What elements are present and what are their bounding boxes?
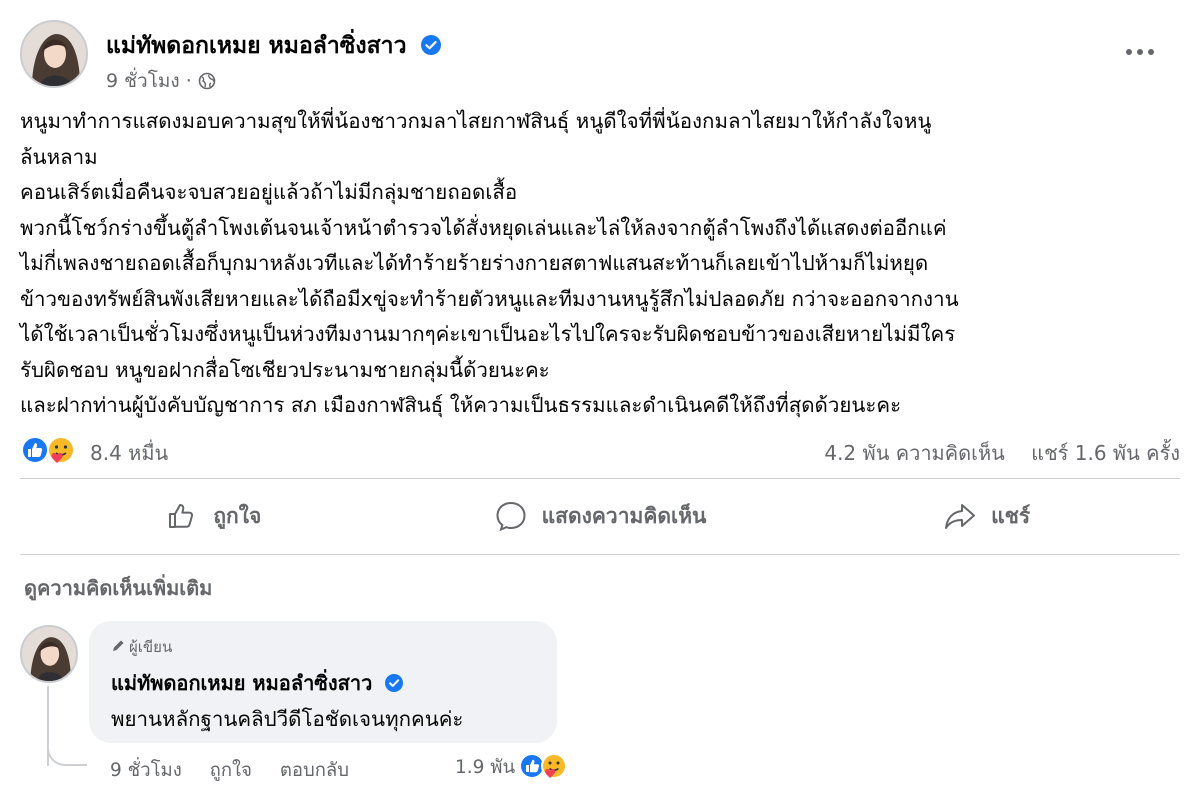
care-reaction-icon [47, 436, 75, 464]
comment-reaction-count: 1.9 พัน [455, 757, 516, 778]
globe-icon [198, 72, 216, 90]
more-dot-icon [1148, 49, 1154, 55]
commenter-avatar[interactable] [20, 625, 78, 683]
post-line: ได้ใช้เวลาเป็นชั่วโมงซึ่งหนูเป็นห่วงทีมง… [20, 322, 956, 346]
comment-reply-link[interactable]: ตอบกลับ [280, 760, 349, 781]
post-header: แม่ทัพดอกเหมย หมอลำซิ่งสาว 9 ชั่วโมง · [20, 20, 1180, 92]
commenter-name[interactable]: แม่ทัพดอกเหมย หมอลำซิ่งสาว [111, 667, 404, 699]
post-line: ไม่กี่เพลงชายถอดเสื้อก็บุกมาหลังเวทีและไ… [20, 251, 929, 275]
reaction-icons[interactable] [20, 435, 84, 465]
post-line: หนูมาทำการแสดงมอบความสุขให้พี่น้องชาวกมล… [20, 109, 932, 133]
comment-bubble: ผู้เขียน แม่ทัพดอกเหมย หมอลำซิ่งสาว พยาน… [89, 621, 557, 743]
comment-bubble-icon [496, 501, 526, 532]
post-card: แม่ทัพดอกเหมย หมอลำซิ่งสาว 9 ชั่วโมง · หน… [0, 0, 1200, 789]
like-reaction-icon [519, 753, 546, 779]
post-timestamp[interactable]: 9 ชั่วโมง [106, 70, 180, 92]
meta-separator: · [185, 70, 192, 92]
comment-label: แสดงความคิดเห็น [541, 503, 707, 528]
pen-icon [113, 640, 124, 651]
divider [20, 554, 1180, 555]
engagement-counts: 4.2 พัน ความคิดเห็น แชร์ 1.6 พัน ครั้ง [804, 437, 1180, 469]
post-line: ข้าวของทรัพย์สินพังเสียหายและได้ถือมีxขู… [20, 286, 959, 311]
post-actions: ถูกใจ แสดงความคิดเห็น แชร์ [20, 484, 1180, 548]
share-arrow-icon [945, 504, 976, 529]
author-badge: ผู้เขียน [111, 635, 172, 659]
post-line: รับผิดชอบ หนูขอฝากสื่อโซเชียวประนามชายกล… [20, 357, 550, 382]
more-options-button[interactable] [1118, 34, 1162, 70]
post-line: คอนเสิร์ตเมื่อคืนจะจบสวยอยู่แล้วถ้าไม่มี… [20, 180, 518, 204]
comment-count[interactable]: 4.2 พัน ความคิดเห็น [824, 441, 1004, 465]
comment-reaction-icons [519, 753, 568, 779]
author-name-text[interactable]: แม่ทัพดอกเหมย หมอลำซิ่งสาว [106, 33, 407, 59]
commenter-name-text[interactable]: แม่ทัพดอกเหมย หมอลำซิ่งสาว [111, 671, 372, 695]
comment-button[interactable]: แสดงความคิดเห็น [407, 484, 794, 548]
like-label: ถูกใจ [213, 503, 262, 528]
comment-meta: 9 ชั่วโมง ถูกใจ ตอบกลับ [110, 756, 371, 785]
comment-timestamp[interactable]: 9 ชั่วโมง [110, 760, 182, 781]
share-count[interactable]: แชร์ 1.6 พัน ครั้ง [1031, 441, 1180, 465]
author-avatar[interactable] [20, 20, 88, 88]
view-more-comments-link[interactable]: ดูความคิดเห็นเพิ่มเติม [24, 572, 212, 604]
like-button[interactable]: ถูกใจ [20, 484, 407, 548]
like-reaction-icon [21, 436, 49, 464]
share-label: แชร์ [991, 503, 1031, 528]
post-line: ล้นหลาม [20, 144, 98, 169]
share-button[interactable]: แชร์ [793, 484, 1180, 548]
comment-reactions[interactable]: 1.9 พัน [455, 752, 569, 782]
care-reaction-icon [541, 753, 568, 779]
post-line: พวกนี้โชว์กร่างขึ้นตู้ลำโพงเต้นจนเจ้าหน้… [20, 215, 947, 240]
comment-like-link[interactable]: ถูกใจ [210, 760, 252, 781]
author-name[interactable]: แม่ทัพดอกเหมย หมอลำซิ่งสาว [106, 28, 441, 64]
author-badge-label: ผู้เขียน [129, 638, 173, 656]
more-dot-icon [1126, 49, 1132, 55]
thumbs-up-icon [169, 504, 194, 528]
post-meta: 9 ชั่วโมง · [106, 66, 216, 96]
verified-badge-icon [385, 674, 404, 692]
post-line: และฝากท่านผู้บังคับบัญชาการ สภ เมืองกาฬส… [20, 393, 902, 417]
comment-text: พยานหลักฐานคลิปวีดีโอชัดเจนทุกคนค่ะ [111, 707, 464, 731]
verified-badge-icon [420, 35, 441, 55]
more-dot-icon [1137, 49, 1143, 55]
divider [20, 478, 1180, 479]
reaction-count[interactable]: 8.4 หมื่น [90, 437, 168, 469]
post-stats: 8.4 หมื่น 4.2 พัน ความคิดเห็น แชร์ 1.6 พ… [20, 432, 1180, 468]
post-body: หนูมาทำการแสดงมอบความสุขให้พี่น้องชาวกมล… [20, 104, 1180, 424]
thread-connector [47, 728, 87, 766]
